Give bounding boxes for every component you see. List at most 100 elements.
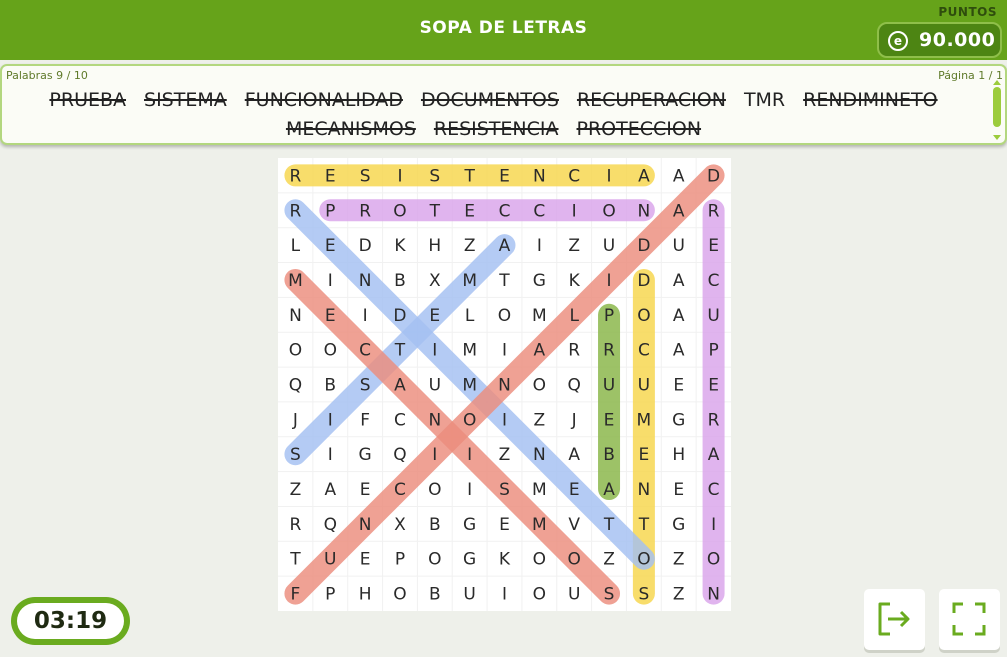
grid-letter[interactable]: R <box>290 515 302 535</box>
fullscreen-button[interactable] <box>939 589 1000 650</box>
grid-letter[interactable]: S <box>429 166 440 186</box>
grid-letter[interactable]: O <box>428 480 441 500</box>
grid-letter[interactable]: G <box>533 271 546 291</box>
grid-letter[interactable]: R <box>290 166 302 186</box>
grid-letter[interactable]: I <box>467 480 472 500</box>
grid-letter[interactable]: M <box>288 271 303 291</box>
grid-letter[interactable]: Z <box>534 410 546 430</box>
grid-letter[interactable]: F <box>291 585 301 605</box>
grid-letter[interactable]: O <box>289 341 302 361</box>
grid-letter[interactable]: R <box>708 410 720 430</box>
grid-letter[interactable]: A <box>603 480 615 500</box>
grid-letter[interactable]: C <box>708 480 720 500</box>
grid-letter[interactable]: X <box>394 515 406 535</box>
grid-letter[interactable]: E <box>360 480 371 500</box>
grid-letter[interactable]: H <box>428 236 441 256</box>
grid-letter[interactable]: A <box>499 236 511 256</box>
grid-letter[interactable]: O <box>463 410 476 430</box>
grid-letter[interactable]: N <box>533 445 546 465</box>
grid-letter[interactable]: T <box>429 201 441 221</box>
grid-letter[interactable]: E <box>673 480 684 500</box>
grid-letter[interactable]: T <box>603 515 615 535</box>
exit-button[interactable] <box>864 589 925 650</box>
grid-letter[interactable]: I <box>711 515 716 535</box>
grid-letter[interactable]: A <box>568 445 580 465</box>
grid-letter[interactable]: T <box>289 550 301 570</box>
grid-letter[interactable]: G <box>463 550 476 570</box>
grid-letter[interactable]: Z <box>603 550 615 570</box>
grid-letter[interactable]: M <box>637 410 652 430</box>
grid-letter[interactable]: U <box>568 585 580 605</box>
grid-letter[interactable]: A <box>673 341 685 361</box>
grid-letter[interactable]: I <box>432 445 437 465</box>
grid-letter[interactable]: G <box>672 410 685 430</box>
grid-letter[interactable]: O <box>428 550 441 570</box>
grid-letter[interactable]: R <box>568 341 580 361</box>
grid-letter[interactable]: A <box>534 341 546 361</box>
grid-letter[interactable]: O <box>707 550 720 570</box>
grid-letter[interactable]: E <box>499 515 510 535</box>
grid-letter[interactable]: N <box>428 410 441 430</box>
grid-letter[interactable]: Z <box>499 445 511 465</box>
grid-letter[interactable]: S <box>290 445 301 465</box>
grid-letter[interactable]: E <box>569 480 580 500</box>
grid-letter[interactable]: C <box>359 341 371 361</box>
scroll-down-icon[interactable] <box>993 135 1001 140</box>
grid-letter[interactable]: Z <box>673 585 685 605</box>
grid-letter[interactable]: R <box>603 341 615 361</box>
grid-letter[interactable]: M <box>462 376 477 396</box>
grid-letter[interactable]: E <box>673 376 684 396</box>
grid-letter[interactable]: O <box>637 306 650 326</box>
grid-letter[interactable]: C <box>708 271 720 291</box>
grid-letter[interactable]: E <box>325 166 336 186</box>
grid-letter[interactable]: D <box>637 271 650 291</box>
grid-letter[interactable]: D <box>393 306 406 326</box>
grid-letter[interactable]: C <box>499 201 511 221</box>
grid-letter[interactable]: E <box>325 236 336 256</box>
grid-letter[interactable]: R <box>359 201 371 221</box>
grid-letter[interactable]: B <box>429 585 441 605</box>
grid-letter[interactable]: E <box>604 410 615 430</box>
grid-letter[interactable]: N <box>359 271 372 291</box>
grid-letter[interactable]: Z <box>568 236 580 256</box>
grid-letter[interactable]: K <box>394 236 406 256</box>
grid-letter[interactable]: Z <box>464 236 476 256</box>
grid-letter[interactable]: I <box>467 445 472 465</box>
grid-letter[interactable]: N <box>533 166 546 186</box>
grid-letter[interactable]: O <box>637 550 650 570</box>
grid-letter[interactable]: U <box>429 376 441 396</box>
grid-letter[interactable]: U <box>463 585 475 605</box>
grid-letter[interactable]: D <box>359 236 372 256</box>
grid-letter[interactable]: P <box>604 306 614 326</box>
grid-letter[interactable]: I <box>572 201 577 221</box>
grid-letter[interactable]: D <box>637 236 650 256</box>
grid-letter[interactable]: A <box>673 271 685 291</box>
grid-letter[interactable]: I <box>502 585 507 605</box>
grid-letter[interactable]: O <box>393 201 406 221</box>
grid-letter[interactable]: A <box>673 306 685 326</box>
grid-letter[interactable]: L <box>465 306 475 326</box>
grid-letter[interactable]: O <box>533 585 546 605</box>
word-list-scrollbar[interactable] <box>993 80 1002 140</box>
grid-letter[interactable]: N <box>638 201 651 221</box>
grid-letter[interactable]: N <box>707 585 720 605</box>
grid-letter[interactable]: E <box>708 376 719 396</box>
grid-letter[interactable]: I <box>607 271 612 291</box>
grid-letter[interactable]: I <box>397 166 402 186</box>
grid-letter[interactable]: I <box>363 306 368 326</box>
grid-letter[interactable]: U <box>603 236 615 256</box>
grid-letter[interactable]: U <box>707 306 719 326</box>
grid-letter[interactable]: B <box>429 515 441 535</box>
grid-letter[interactable]: C <box>568 166 580 186</box>
grid-letter[interactable]: C <box>394 480 406 500</box>
grid-letter[interactable]: A <box>324 480 336 500</box>
grid-letter[interactable]: L <box>291 236 301 256</box>
grid-letter[interactable]: Z <box>673 550 685 570</box>
grid-letter[interactable]: A <box>673 166 685 186</box>
grid-letter[interactable]: Q <box>289 376 302 396</box>
grid-letter[interactable]: O <box>567 550 580 570</box>
grid-letter[interactable]: B <box>324 376 336 396</box>
grid-letter[interactable]: K <box>569 271 581 291</box>
grid-letter[interactable]: E <box>325 306 336 326</box>
grid-letter[interactable]: M <box>462 341 477 361</box>
